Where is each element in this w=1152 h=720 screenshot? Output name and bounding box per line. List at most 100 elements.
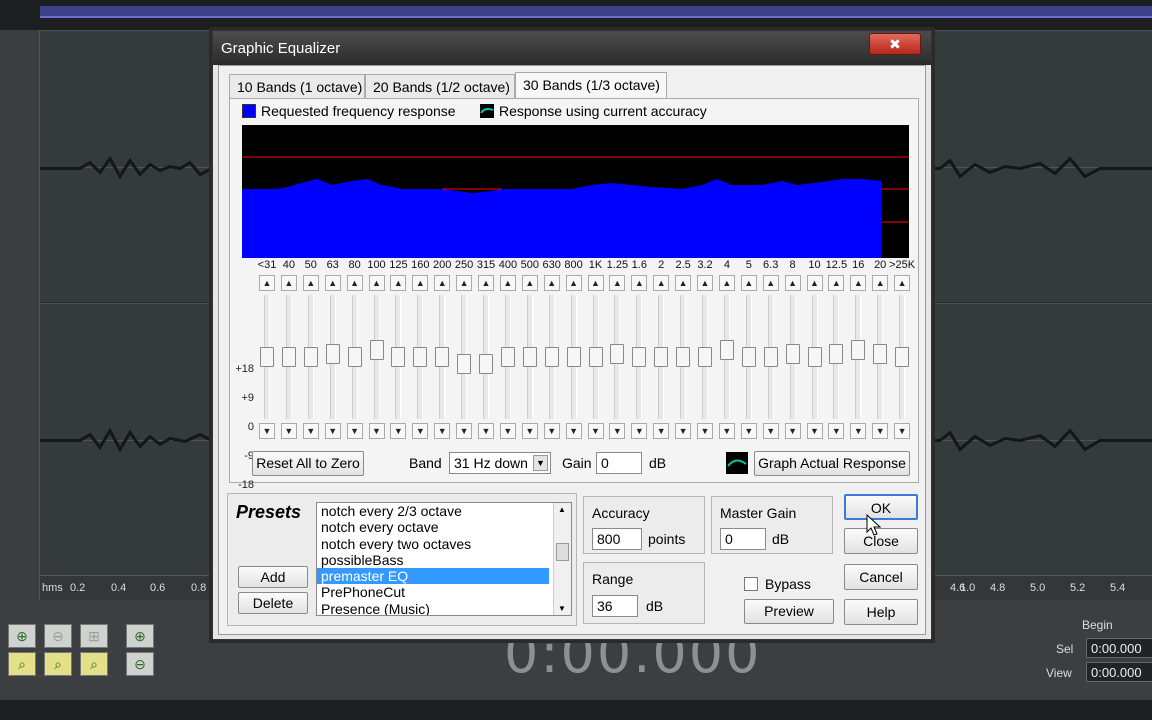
zoom-out-icon[interactable]: ⊖ [44, 624, 72, 648]
band-down-button[interactable]: ▼ [259, 423, 275, 439]
band-up-button[interactable]: ▲ [499, 275, 516, 291]
band-up-button[interactable]: ▲ [368, 275, 385, 291]
list-item[interactable]: PrePhoneCut [317, 584, 571, 600]
band-down-button[interactable]: ▼ [784, 423, 801, 439]
zoom-full-icon[interactable]: ⊞ [80, 624, 108, 648]
band-up-button[interactable]: ▲ [675, 275, 692, 291]
band-up-button[interactable]: ▲ [259, 275, 275, 291]
zoom-left-icon[interactable]: ⌕ [8, 652, 36, 676]
graph-actual-response-button[interactable]: Graph Actual Response [754, 451, 910, 476]
band-down-button[interactable]: ▼ [302, 423, 319, 439]
band-slider-thumb[interactable] [873, 343, 888, 364]
band-slider-thumb[interactable] [698, 347, 712, 367]
overview-bar[interactable] [40, 6, 1152, 18]
zoom-selection-icon[interactable]: ⌕ [80, 652, 108, 676]
band-down-button[interactable]: ▼ [653, 423, 670, 439]
band-slider-thumb[interactable] [632, 347, 647, 367]
scroll-up-icon[interactable]: ▲ [558, 505, 566, 514]
band-slider-thumb[interactable] [588, 347, 603, 367]
tab-30-bands[interactable]: 30 Bands (1/3 octave) [515, 72, 667, 99]
band-down-button[interactable]: ▼ [587, 423, 604, 439]
band-up-button[interactable]: ▲ [828, 275, 845, 291]
gain-field[interactable]: 0 [596, 452, 642, 474]
band-up-button[interactable]: ▲ [740, 275, 757, 291]
band-slider-thumb[interactable] [479, 353, 493, 374]
band-up-button[interactable]: ▲ [478, 275, 494, 291]
band-up-button[interactable]: ▲ [609, 275, 626, 291]
band-slider-thumb[interactable] [260, 347, 274, 367]
band-up-button[interactable]: ▲ [280, 275, 297, 291]
band-down-button[interactable]: ▼ [872, 423, 889, 439]
band-up-button[interactable]: ▲ [543, 275, 560, 291]
band-slider-thumb[interactable] [741, 347, 756, 367]
zoom-out-vertical-icon[interactable]: ⊖ [126, 652, 154, 676]
range-field[interactable]: 36 [592, 595, 638, 617]
band-slider-thumb[interactable] [281, 347, 296, 367]
band-down-button[interactable]: ▼ [478, 423, 494, 439]
scroll-down-icon[interactable]: ▼ [558, 604, 566, 613]
band-down-button[interactable]: ▼ [718, 423, 735, 439]
band-slider-thumb[interactable] [413, 347, 428, 367]
master-gain-field[interactable]: 0 [720, 528, 766, 550]
bypass-checkbox[interactable] [744, 577, 758, 591]
band-down-button[interactable]: ▼ [740, 423, 757, 439]
band-up-button[interactable]: ▲ [565, 275, 582, 291]
band-down-button[interactable]: ▼ [675, 423, 692, 439]
zoom-in-icon[interactable]: ⊕ [8, 624, 36, 648]
band-slider-thumb[interactable] [303, 347, 318, 367]
close-icon[interactable]: ✖ [869, 33, 921, 55]
band-slider-thumb[interactable] [785, 343, 800, 364]
band-down-button[interactable]: ▼ [762, 423, 779, 439]
band-slider-thumb[interactable] [610, 343, 625, 364]
band-down-button[interactable]: ▼ [806, 423, 823, 439]
band-up-button[interactable]: ▲ [324, 275, 341, 291]
tab-10-bands[interactable]: 10 Bands (1 octave) [229, 74, 365, 98]
band-up-button[interactable]: ▲ [521, 275, 538, 291]
band-slider-thumb[interactable] [500, 347, 515, 367]
view-begin-field[interactable]: 0:00.000 [1086, 662, 1152, 682]
band-down-button[interactable]: ▼ [850, 423, 867, 439]
list-item[interactable]: notch every two octaves [317, 536, 571, 552]
band-up-button[interactable]: ▲ [390, 275, 407, 291]
band-up-button[interactable]: ▲ [850, 275, 867, 291]
band-slider-thumb[interactable] [654, 347, 669, 367]
band-up-button[interactable]: ▲ [872, 275, 889, 291]
list-item-selected[interactable]: premaster EQ [317, 568, 549, 585]
band-up-button[interactable]: ▲ [346, 275, 363, 291]
band-down-button[interactable]: ▼ [565, 423, 582, 439]
band-up-button[interactable]: ▲ [697, 275, 713, 291]
band-slider-thumb[interactable] [369, 340, 384, 361]
accuracy-field[interactable]: 800 [592, 528, 642, 550]
band-down-button[interactable]: ▼ [456, 423, 473, 439]
chevron-down-icon[interactable]: ▼ [533, 455, 548, 471]
band-slider-thumb[interactable] [676, 347, 691, 367]
band-up-button[interactable]: ▲ [784, 275, 801, 291]
presets-list[interactable]: notch every 2/3 octave notch every octav… [316, 502, 572, 616]
band-slider-thumb[interactable] [851, 340, 866, 361]
band-down-button[interactable]: ▼ [368, 423, 385, 439]
band-slider-thumb[interactable] [895, 347, 910, 367]
scroll-thumb[interactable] [556, 543, 569, 561]
add-preset-button[interactable]: Add [238, 566, 308, 588]
band-up-button[interactable]: ▲ [587, 275, 604, 291]
band-slider-thumb[interactable] [763, 347, 778, 367]
cancel-button[interactable]: Cancel [844, 564, 918, 590]
band-slider-thumb[interactable] [347, 347, 362, 367]
band-slider-thumb[interactable] [391, 347, 406, 367]
band-down-button[interactable]: ▼ [521, 423, 538, 439]
band-down-button[interactable]: ▼ [390, 423, 407, 439]
band-up-button[interactable]: ▲ [412, 275, 429, 291]
band-down-button[interactable]: ▼ [434, 423, 451, 439]
list-item[interactable]: possibleBass [317, 552, 571, 568]
band-down-button[interactable]: ▼ [828, 423, 845, 439]
help-button[interactable]: Help [844, 599, 918, 625]
band-slider-thumb[interactable] [544, 347, 559, 367]
band-up-button[interactable]: ▲ [456, 275, 473, 291]
zoom-in-vertical-icon[interactable]: ⊕ [126, 624, 154, 648]
band-slider-thumb[interactable] [522, 347, 537, 367]
band-slider-thumb[interactable] [566, 347, 581, 367]
band-slider-thumb[interactable] [435, 347, 450, 367]
band-up-button[interactable]: ▲ [302, 275, 319, 291]
band-slider-thumb[interactable] [829, 343, 844, 364]
sel-begin-field[interactable]: 0:00.000 [1086, 638, 1152, 658]
